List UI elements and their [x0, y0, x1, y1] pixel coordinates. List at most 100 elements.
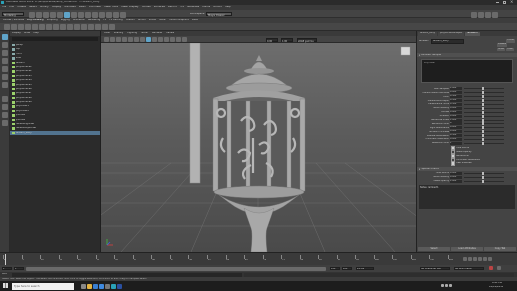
file-explorer-icon[interactable]: [87, 283, 92, 289]
color-space-dropdown[interactable]: sRGB gamma: [297, 38, 317, 43]
attribute-slider[interactable]: [464, 103, 504, 106]
attribute-slider[interactable]: [464, 99, 504, 103]
shelf-tab[interactable]: Rigging: [61, 19, 70, 21]
attr-tab[interactable]: lambert1: [465, 32, 480, 36]
menu-item[interactable]: Modify: [40, 6, 49, 9]
panel-menu-item[interactable]: Shading: [114, 32, 124, 34]
multicut-icon[interactable]: [102, 24, 108, 30]
attribute-slider-handle[interactable]: [482, 99, 484, 103]
attribute-slider[interactable]: [464, 171, 504, 175]
menu-item[interactable]: Mesh Display: [121, 6, 138, 9]
attribute-value-field[interactable]: 0.500: [450, 134, 462, 138]
panel-menu-item[interactable]: View: [104, 32, 110, 34]
command-input[interactable]: [12, 272, 242, 277]
attribute-slider[interactable]: [464, 134, 504, 138]
grid-icon[interactable]: [128, 37, 133, 42]
fps-dropdown[interactable]: 24 fps: [356, 266, 374, 270]
menu-item[interactable]: Help: [225, 6, 231, 9]
anim-layer-dropdown[interactable]: No Anim Layer: [454, 266, 484, 270]
isolate-icon[interactable]: [182, 37, 187, 42]
attribute-slider-handle[interactable]: [482, 103, 484, 106]
menu-item[interactable]: Edit Mesh: [89, 6, 102, 9]
menu-item[interactable]: Cache: [202, 6, 210, 9]
attribute-value-field[interactable]: 1.000: [450, 118, 462, 122]
panel-menu-item[interactable]: Show: [141, 32, 147, 34]
attribute-value-field[interactable]: 1: [450, 141, 462, 145]
attribute-value-field[interactable]: 0.500: [450, 103, 462, 106]
attribute-value-field[interactable]: 0.000: [450, 114, 462, 118]
target-weld-icon[interactable]: [109, 24, 115, 30]
attribute-slider[interactable]: [464, 118, 504, 122]
mail-icon[interactable]: [99, 283, 104, 289]
attribute-value-field[interactable]: 0.000: [450, 126, 462, 130]
attribute-slider-handle[interactable]: [482, 106, 484, 110]
select-tool-icon[interactable]: [2, 34, 8, 40]
step-forward-icon[interactable]: [483, 257, 487, 261]
attribute-slider[interactable]: [464, 175, 504, 179]
smooth-shade-icon[interactable]: [146, 37, 151, 42]
shadows-icon[interactable]: [164, 37, 169, 42]
perspective-viewport[interactable]: [101, 43, 416, 252]
shelf-tab[interactable]: MASH: [159, 19, 166, 21]
attribute-value-field[interactable]: 1.000: [450, 87, 462, 91]
view-cube-icon[interactable]: [400, 46, 411, 56]
torus-icon[interactable]: [32, 24, 38, 30]
menu-item[interactable]: File: [2, 6, 6, 9]
attribute-slider-handle[interactable]: [482, 95, 484, 99]
attribute-slider-handle[interactable]: [482, 87, 484, 91]
lasso-tool-icon[interactable]: [2, 42, 8, 48]
textured-icon[interactable]: [152, 37, 157, 42]
attribute-value-field[interactable]: 6: [450, 122, 462, 126]
shelf-tab[interactable]: Bifrost: [149, 19, 157, 21]
attribute-slider-handle[interactable]: [482, 114, 484, 118]
attribute-slider-handle[interactable]: [482, 171, 484, 175]
workspace-dropdown[interactable]: Maya Classic: [206, 12, 232, 17]
sphere-icon[interactable]: [4, 24, 10, 30]
platonic-icon[interactable]: [53, 24, 59, 30]
scale-tool-icon[interactable]: [2, 74, 8, 80]
outliner-menu-item[interactable]: Help: [33, 32, 38, 35]
rotate-tool-icon[interactable]: [2, 66, 8, 72]
disc-icon[interactable]: [46, 24, 52, 30]
time-slider[interactable]: 1510152025303540455055606570758085909510…: [0, 252, 517, 265]
cone-icon[interactable]: [25, 24, 31, 30]
attribute-value-field[interactable]: 0.000: [450, 138, 462, 142]
attribute-value-field[interactable]: 0.000: [450, 175, 462, 179]
attribute-slider[interactable]: [464, 126, 504, 130]
shelf-tab[interactable]: XGen: [192, 19, 198, 21]
shelf-tab[interactable]: Poly Modeling: [27, 19, 44, 21]
graph-editor-icon[interactable]: [2, 120, 8, 126]
attribute-value-field[interactable]: 0.000: [450, 106, 462, 110]
menu-item[interactable]: Generate: [187, 6, 199, 9]
attribute-slider[interactable]: [464, 106, 504, 110]
xray-icon[interactable]: [176, 37, 181, 42]
extrude-icon[interactable]: [74, 24, 80, 30]
wireframe-icon[interactable]: [140, 37, 145, 42]
shelf-tab[interactable]: Sculpting: [47, 19, 58, 21]
attribute-slider[interactable]: [464, 141, 504, 145]
show-button[interactable]: Show: [497, 47, 505, 51]
outliner-search[interactable]: [12, 37, 98, 41]
bevel-icon[interactable]: [88, 24, 94, 30]
insert-edge-loop-icon[interactable]: [95, 24, 101, 30]
auto-key-icon[interactable]: [489, 266, 493, 270]
section-header[interactable]: ▾ Lambert Sample: [417, 53, 517, 57]
menu-item[interactable]: Select: [29, 6, 37, 9]
plane-icon[interactable]: [39, 24, 45, 30]
attribute-value-field[interactable]: 0.800: [450, 110, 462, 114]
attribute-slider-handle[interactable]: [482, 175, 484, 179]
menu-item[interactable]: Mesh Tools: [104, 6, 118, 9]
maximize-icon[interactable]: [503, 1, 506, 4]
node-name-field[interactable]: lantern_body: [431, 38, 464, 44]
checkbox[interactable]: [451, 161, 456, 166]
attr-tab[interactable]: lantern_body: [418, 32, 438, 36]
notes-field[interactable]: Notes: lambert1: [419, 185, 515, 210]
photoshop-icon[interactable]: [117, 283, 122, 289]
attr-tab[interactable]: polySurfaceShape1: [438, 32, 465, 36]
attr-bottom-button[interactable]: Select: [418, 247, 450, 251]
focus-button[interactable]: Focus: [506, 39, 515, 43]
camera-icon[interactable]: [104, 37, 109, 42]
shelf-tab[interactable]: Rendering: [88, 19, 100, 21]
shelf-tab[interactable]: Curves / Surfaces: [3, 19, 24, 21]
attribute-value-field[interactable]: 0.000: [450, 130, 462, 134]
